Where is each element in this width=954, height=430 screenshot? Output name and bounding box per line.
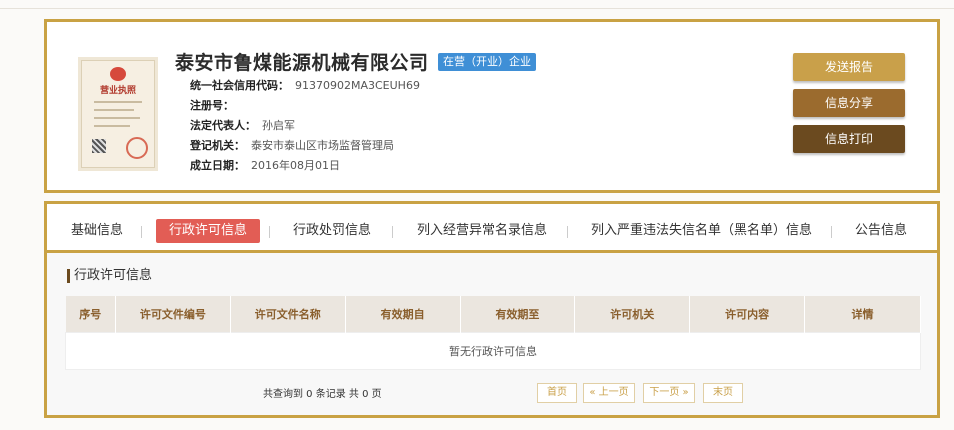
detail-card: 基础信息 行政许可信息 行政处罚信息 列入经营异常名录信息 列入严重违法失信名单… (44, 201, 940, 418)
top-strip (0, 0, 954, 9)
business-license-image[interactable]: 营业执照 (81, 60, 155, 168)
col-index: 序号 (65, 296, 116, 333)
col-valid-to: 有效期至 (460, 296, 576, 333)
official-seal-icon (126, 137, 148, 159)
license-line (94, 101, 142, 103)
license-section: 行政许可信息 序号 许可文件编号 许可文件名称 有效期自 有效期至 许可机关 许… (47, 253, 937, 415)
founded-date-label: 成立日期： (190, 159, 245, 172)
legal-rep-row: 法定代表人： 孙启军 (190, 118, 295, 134)
legal-rep-value: 孙启军 (262, 119, 295, 132)
tab-bar: 基础信息 行政许可信息 行政处罚信息 列入经营异常名录信息 列入严重违法失信名单… (47, 204, 937, 253)
tab-announcements[interactable]: 公告信息 (855, 219, 907, 243)
send-report-button[interactable]: 发送报告 (793, 53, 905, 81)
table-header-row: 序号 许可文件编号 许可文件名称 有效期自 有效期至 许可机关 许可内容 详情 (65, 296, 921, 333)
section-title: 行政许可信息 (67, 269, 152, 283)
tab-blacklist[interactable]: 列入严重违法失信名单（黑名单）信息 (591, 219, 812, 243)
col-content: 许可内容 (689, 296, 806, 333)
license-line (94, 125, 130, 127)
share-info-button[interactable]: 信息分享 (793, 89, 905, 117)
reg-number-row: 注册号： (190, 98, 240, 114)
empty-message: 暂无行政许可信息 (65, 332, 921, 370)
pagination-summary: 共查询到 0 条记录 共 0 页 (263, 389, 382, 400)
col-authority: 许可机关 (574, 296, 691, 333)
last-page-button[interactable]: 末页 (703, 383, 743, 403)
tab-admin-penalty[interactable]: 行政处罚信息 (293, 219, 371, 243)
authority-value: 泰安市泰山区市场监督管理局 (251, 139, 394, 152)
table-row: 暂无行政许可信息 (65, 332, 921, 370)
company-name: 泰安市鲁煤能源机械有限公司 (175, 52, 429, 74)
tab-divider (392, 226, 393, 238)
tab-divider (141, 226, 142, 238)
col-valid-from: 有效期自 (345, 296, 461, 333)
prev-page-button[interactable]: « 上一页 (583, 383, 635, 403)
founded-date-value: 2016年08月01日 (251, 159, 340, 172)
credit-code-label: 统一社会信用代码： (190, 79, 289, 92)
col-doc-number: 许可文件编号 (115, 296, 231, 333)
legal-rep-label: 法定代表人： (190, 119, 256, 132)
first-page-button[interactable]: 首页 (537, 383, 577, 403)
status-badge: 在营（开业）企业 (438, 53, 536, 71)
next-page-button[interactable]: 下一页 » (643, 383, 695, 403)
col-doc-name: 许可文件名称 (230, 296, 346, 333)
license-line (94, 117, 140, 119)
license-table: 序号 许可文件编号 许可文件名称 有效期自 有效期至 许可机关 许可内容 详情 … (65, 296, 921, 370)
founded-date-row: 成立日期： 2016年08月01日 (190, 158, 340, 174)
tab-divider (567, 226, 568, 238)
col-details: 详情 (804, 296, 921, 333)
national-emblem-icon (110, 67, 126, 81)
tab-divider (269, 226, 270, 238)
qr-code-icon (92, 139, 106, 153)
tab-divider (831, 226, 832, 238)
credit-code-value: 91370902MA3CEUH69 (295, 79, 420, 92)
tab-admin-license[interactable]: 行政许可信息 (156, 219, 260, 243)
tab-abnormal-list[interactable]: 列入经营异常名录信息 (417, 219, 547, 243)
credit-code-row: 统一社会信用代码： 91370902MA3CEUH69 (190, 78, 420, 94)
reg-number-label: 注册号： (190, 99, 234, 112)
tab-basic-info[interactable]: 基础信息 (71, 219, 123, 243)
license-title: 营业执照 (99, 86, 136, 96)
license-line (94, 109, 134, 111)
print-info-button[interactable]: 信息打印 (793, 125, 905, 153)
authority-label: 登记机关： (190, 139, 245, 152)
company-header-card: 营业执照 泰安市鲁煤能源机械有限公司 在营（开业）企业 统一社会信用代码： 913… (44, 19, 940, 193)
authority-row: 登记机关： 泰安市泰山区市场监督管理局 (190, 138, 394, 154)
